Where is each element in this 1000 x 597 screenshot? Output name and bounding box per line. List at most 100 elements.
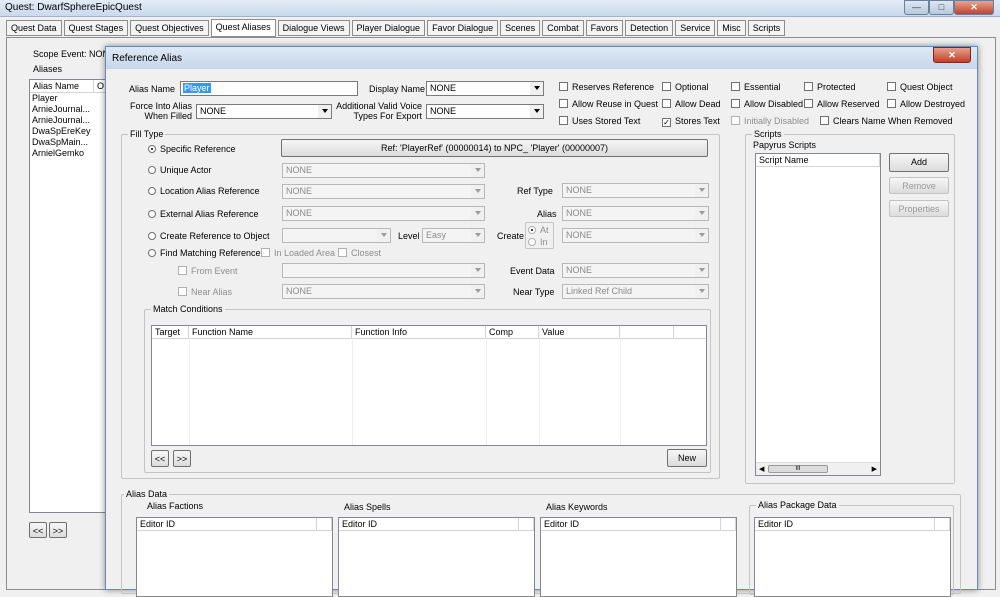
tab-favor-dialogue[interactable]: Favor Dialogue: [427, 20, 499, 36]
alias-spells-list[interactable]: Editor ID: [338, 517, 535, 597]
allow-dead-checkbox[interactable]: Allow Dead: [662, 99, 721, 109]
tab-quest-aliases[interactable]: Quest Aliases: [210, 19, 276, 37]
col-comp[interactable]: Comp: [486, 326, 539, 338]
external-alias-target-select[interactable]: NONE: [562, 206, 709, 221]
scroll-left-icon[interactable]: ◀: [759, 465, 764, 473]
quest-object-checkbox[interactable]: Quest Object: [887, 82, 953, 92]
tab-quest-objectives[interactable]: Quest Objectives: [130, 20, 209, 36]
tab-quest-stages[interactable]: Quest Stages: [63, 20, 129, 36]
closest-checkbox[interactable]: Closest: [338, 248, 381, 258]
col-alias-name[interactable]: Alias Name: [30, 80, 94, 92]
tab-misc[interactable]: Misc: [717, 20, 746, 36]
alias-name-input[interactable]: Player: [180, 81, 358, 96]
alias-keywords-list[interactable]: Editor ID: [540, 517, 737, 597]
unique-actor-radio[interactable]: Unique Actor: [148, 165, 212, 175]
horizontal-scrollbar[interactable]: ◀ III ▶: [756, 462, 880, 475]
tab-service[interactable]: Service: [675, 20, 716, 36]
scroll-thumb[interactable]: III: [768, 465, 828, 473]
chevron-down-icon: [322, 109, 328, 113]
list-item[interactable]: Player: [32, 93, 110, 104]
reserves-reference-checkbox[interactable]: Reserves Reference: [559, 82, 654, 92]
external-alias-radio[interactable]: External Alias Reference: [148, 209, 259, 219]
ref-type-select[interactable]: NONE: [562, 183, 709, 198]
package-list-header: Editor ID: [755, 518, 950, 531]
list-item[interactable]: DwaSpMain...: [32, 137, 110, 148]
near-alias-checkbox[interactable]: Near Alias: [178, 287, 232, 297]
col-script-name[interactable]: Script Name: [756, 154, 880, 166]
col-editor-id[interactable]: Editor ID: [339, 518, 519, 530]
create-reference-radio[interactable]: Create Reference to Object: [148, 231, 270, 241]
col-value[interactable]: Value: [539, 326, 620, 338]
create-reference-object-select[interactable]: [282, 228, 391, 243]
specific-reference-radio[interactable]: Specific Reference: [148, 144, 236, 154]
aliases-next-button[interactable]: >>: [49, 522, 67, 538]
optional-checkbox[interactable]: Optional: [662, 82, 709, 92]
initially-disabled-checkbox[interactable]: Initially Disabled: [731, 116, 809, 126]
from-event-select[interactable]: [282, 263, 485, 278]
tab-detection[interactable]: Detection: [625, 20, 674, 36]
voice-types-select[interactable]: NONE: [426, 104, 544, 119]
alias-factions-list[interactable]: Editor ID: [136, 517, 333, 597]
list-item[interactable]: DwaSpEreKey: [32, 126, 110, 137]
near-alias-select[interactable]: NONE: [282, 284, 485, 299]
tab-player-dialogue[interactable]: Player Dialogue: [351, 20, 426, 36]
col-target[interactable]: Target: [152, 326, 189, 338]
match-conditions-table[interactable]: Target Function Name Function Info Comp …: [151, 325, 707, 446]
remove-script-button[interactable]: Remove: [889, 177, 949, 194]
external-alias-select[interactable]: NONE: [282, 206, 485, 221]
find-matching-radio[interactable]: Find Matching Reference: [148, 248, 261, 258]
allow-reserved-checkbox[interactable]: Allow Reserved: [804, 99, 880, 109]
tab-quest-data[interactable]: Quest Data: [6, 20, 62, 36]
protected-checkbox[interactable]: Protected: [804, 82, 856, 92]
location-alias-radio[interactable]: Location Alias Reference: [148, 186, 260, 196]
create-in-radio[interactable]: In: [528, 237, 548, 247]
scroll-right-icon[interactable]: ▶: [872, 465, 877, 473]
select-reference-button[interactable]: Ref: 'PlayerRef' (00000014) to NPC_ 'Pla…: [281, 139, 708, 157]
clears-name-checkbox[interactable]: Clears Name When Removed: [820, 116, 953, 126]
col-function-name[interactable]: Function Name: [189, 326, 352, 338]
near-type-select[interactable]: Linked Ref Child: [562, 284, 709, 299]
alias-package-list[interactable]: Editor ID: [754, 517, 951, 597]
aliases-list[interactable]: Alias Name O Player ArnieJournal... Arni…: [29, 79, 111, 513]
allow-reuse-checkbox[interactable]: Allow Reuse in Quest: [559, 99, 658, 109]
unique-actor-select[interactable]: NONE: [282, 163, 485, 178]
maximize-icon[interactable]: □: [929, 0, 954, 15]
from-event-checkbox[interactable]: From Event: [178, 266, 238, 276]
tab-dialogue-views[interactable]: Dialogue Views: [277, 20, 350, 36]
list-item[interactable]: ArnieJournal...: [32, 104, 110, 115]
col-editor-id[interactable]: Editor ID: [755, 518, 935, 530]
level-select[interactable]: Easy: [422, 228, 485, 243]
chevron-down-icon: [381, 233, 387, 237]
location-alias-select[interactable]: NONE: [282, 184, 485, 199]
force-into-alias-select[interactable]: NONE: [196, 104, 332, 119]
dialog-close-icon[interactable]: ✕: [933, 47, 971, 63]
tab-favors[interactable]: Favors: [585, 20, 624, 36]
col-function-info[interactable]: Function Info: [352, 326, 486, 338]
event-data-select[interactable]: NONE: [562, 263, 709, 278]
create-at-radio[interactable]: At: [528, 225, 549, 235]
display-name-select[interactable]: NONE: [426, 81, 544, 96]
aliases-prev-button[interactable]: <<: [29, 522, 47, 538]
essential-checkbox[interactable]: Essential: [731, 82, 781, 92]
minimize-icon[interactable]: —: [904, 0, 929, 15]
col-editor-id[interactable]: Editor ID: [541, 518, 721, 530]
script-properties-button[interactable]: Properties: [889, 200, 949, 217]
conditions-prev-button[interactable]: <<: [151, 450, 169, 467]
add-script-button[interactable]: Add: [889, 153, 949, 172]
in-loaded-area-checkbox[interactable]: In Loaded Area: [261, 248, 335, 258]
list-item[interactable]: ArnieJournal...: [32, 115, 110, 126]
uses-stored-text-checkbox[interactable]: Uses Stored Text: [559, 116, 640, 126]
create-target-select[interactable]: NONE: [562, 228, 709, 243]
allow-destroyed-checkbox[interactable]: Allow Destroyed: [887, 99, 965, 109]
papyrus-scripts-list[interactable]: Script Name ◀ III ▶: [755, 153, 881, 476]
stores-text-checkbox[interactable]: ✓ Stores Text: [662, 116, 720, 127]
conditions-next-button[interactable]: >>: [173, 450, 191, 467]
tab-combat[interactable]: Combat: [542, 20, 584, 36]
tab-scripts[interactable]: Scripts: [747, 20, 786, 36]
col-editor-id[interactable]: Editor ID: [137, 518, 317, 530]
allow-disabled-checkbox[interactable]: Allow Disabled: [731, 99, 803, 109]
tab-scenes[interactable]: Scenes: [500, 20, 541, 36]
close-icon[interactable]: ✕: [954, 0, 994, 15]
list-item[interactable]: ArnielGemko: [32, 148, 110, 159]
new-condition-button[interactable]: New: [667, 449, 707, 467]
